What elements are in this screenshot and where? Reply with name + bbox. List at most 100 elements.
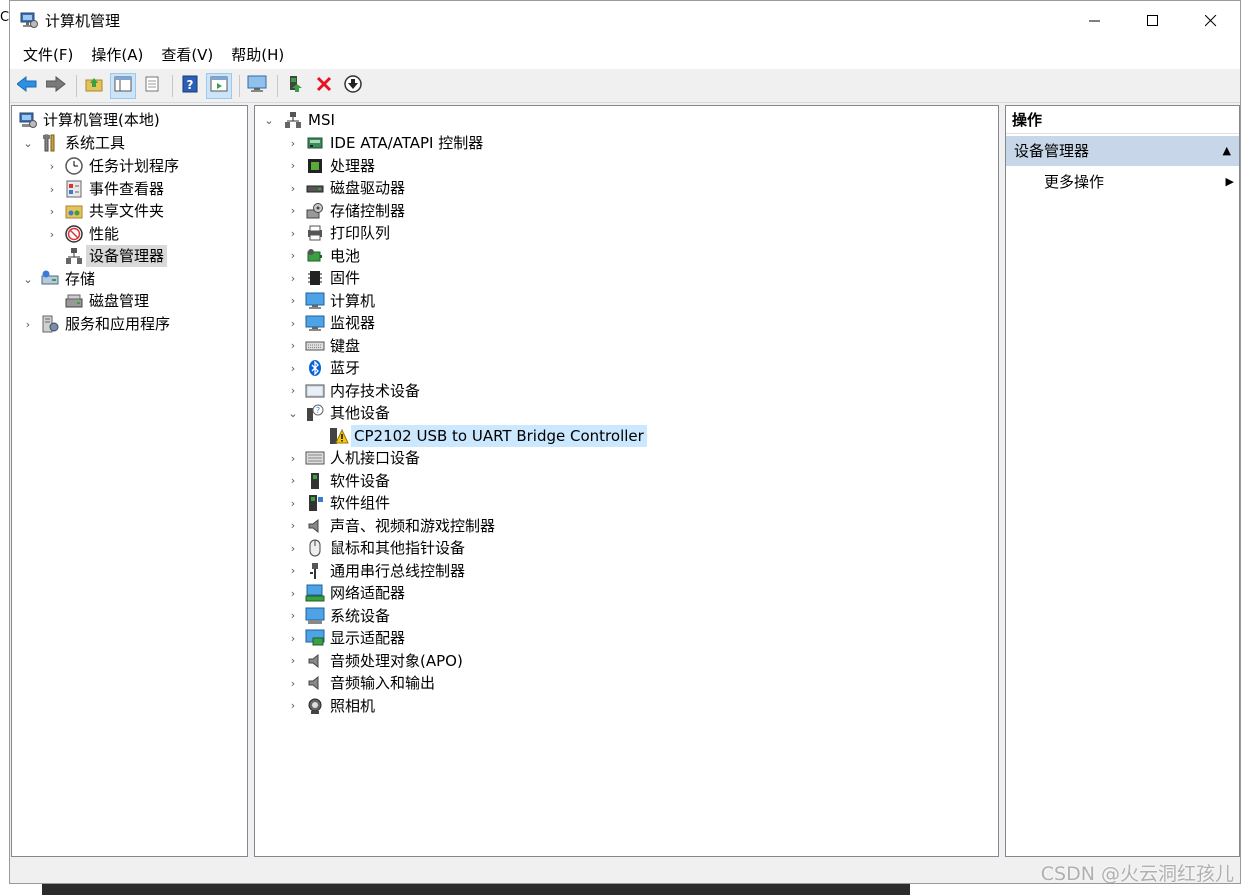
chevron-right-icon[interactable]: ›: [287, 695, 299, 717]
chevron-right-icon[interactable]: ›: [287, 177, 299, 199]
scan-hardware-changes-button[interactable]: [244, 73, 270, 99]
chevron-right-icon[interactable]: ›: [287, 380, 299, 402]
collapse-up-icon[interactable]: ▲: [1223, 136, 1231, 166]
chevron-down-icon[interactable]: ⌄: [263, 109, 275, 131]
ide-controller-icon: [305, 133, 325, 153]
tree-node-performance[interactable]: 性能: [64, 223, 122, 245]
chevron-right-icon[interactable]: ›: [287, 627, 299, 649]
forward-button[interactable]: [43, 73, 69, 99]
device-tree-root[interactable]: MSI: [283, 109, 338, 131]
up-one-level-button[interactable]: [81, 73, 107, 99]
device-category-label: 网络适配器: [330, 584, 406, 602]
chevron-right-icon[interactable]: ›: [287, 335, 299, 357]
chevron-right-icon[interactable]: ›: [287, 132, 299, 154]
tree-node-label: 存储: [65, 270, 96, 288]
device-item-cp2102-usb-uart[interactable]: CP2102 USB to UART Bridge Controller: [329, 424, 647, 447]
chevron-right-icon[interactable]: ›: [287, 447, 299, 469]
chevron-right-icon[interactable]: ›: [287, 312, 299, 334]
show-hide-action-pane-button[interactable]: [206, 72, 232, 99]
chevron-right-icon[interactable]: ›: [46, 223, 58, 245]
device-category-ide-ata-atapi-controllers[interactable]: IDE ATA/ATAPI 控制器: [305, 132, 486, 154]
tree-node-device-manager[interactable]: 设备管理器: [64, 245, 168, 267]
device-category-disk-drives[interactable]: 磁盘驱动器: [305, 177, 408, 199]
device-category-network-adapters[interactable]: 网络适配器: [305, 582, 408, 604]
chevron-right-icon[interactable]: ›: [287, 155, 299, 177]
device-category-firmware[interactable]: 固件: [305, 267, 363, 289]
tree-node-system-tools[interactable]: 系统工具: [40, 132, 128, 154]
tree-node-disk-management[interactable]: 磁盘管理: [64, 290, 152, 312]
tree-node-storage[interactable]: 存储: [40, 268, 98, 290]
chevron-right-icon[interactable]: ›: [287, 222, 299, 244]
device-category-software-components[interactable]: 软件组件: [305, 492, 393, 514]
actions-group-device-manager[interactable]: 设备管理器 ▲: [1006, 136, 1239, 166]
chevron-right-icon[interactable]: ›: [287, 245, 299, 267]
device-category-other-devices[interactable]: ? 其他设备: [305, 402, 393, 424]
menu-action[interactable]: 操作(A): [82, 41, 152, 69]
tree-node-shared-folders[interactable]: 共享文件夹: [64, 200, 167, 222]
device-category-bluetooth[interactable]: 蓝牙: [305, 357, 363, 379]
console-tree-pane[interactable]: 计算机管理(本地) ⌄ 系统工具 › 任务计划程序 › 事件查看器 › 共享文件…: [11, 105, 248, 857]
chevron-right-icon[interactable]: ›: [287, 560, 299, 582]
device-category-display-adapters[interactable]: 显示适配器: [305, 627, 408, 649]
menu-file[interactable]: 文件(F): [14, 41, 82, 69]
chevron-right-icon[interactable]: ›: [287, 290, 299, 312]
chevron-right-icon[interactable]: ›: [46, 200, 58, 222]
chevron-right-icon[interactable]: ›: [287, 672, 299, 694]
device-category-label: 音频输入和输出: [330, 674, 436, 692]
device-category-monitors[interactable]: 监视器: [305, 312, 378, 334]
device-category-processors[interactable]: 处理器: [305, 155, 378, 177]
chevron-down-icon[interactable]: ⌄: [22, 268, 34, 290]
device-category-sound-video-game-controllers[interactable]: 声音、视频和游戏控制器: [305, 515, 498, 537]
device-tree-pane[interactable]: ⌄ MSI › IDE ATA/ATAPI 控制器 › 处理器 › 磁盘驱动器 › 存储控制器…: [254, 105, 999, 857]
tree-node-task-scheduler[interactable]: 任务计划程序: [64, 155, 182, 177]
tree-node-label: 事件查看器: [89, 180, 165, 198]
device-category-audio-inputs-outputs[interactable]: 音频输入和输出: [305, 672, 438, 694]
chevron-right-icon[interactable]: ›: [46, 178, 58, 200]
update-driver-button[interactable]: [282, 73, 308, 99]
tree-node-services-applications[interactable]: 服务和应用程序: [40, 313, 173, 335]
chevron-right-icon[interactable]: ›: [287, 605, 299, 627]
menu-view[interactable]: 查看(V): [152, 41, 222, 69]
chevron-down-icon[interactable]: ⌄: [22, 132, 34, 154]
close-button[interactable]: [1182, 1, 1240, 41]
properties-button[interactable]: [139, 73, 165, 99]
device-category-system-devices[interactable]: 系统设备: [305, 605, 393, 627]
back-button[interactable]: [14, 73, 40, 99]
chevron-right-icon[interactable]: ›: [46, 155, 58, 177]
menu-help[interactable]: 帮助(H): [222, 41, 293, 69]
device-category-cameras[interactable]: 照相机: [305, 695, 378, 717]
chevron-right-icon[interactable]: ›: [287, 650, 299, 672]
help-button[interactable]: ?: [177, 73, 203, 99]
chevron-right-icon[interactable]: ›: [22, 313, 34, 335]
show-hide-console-tree-button[interactable]: [110, 72, 136, 99]
chevron-right-icon[interactable]: ›: [287, 200, 299, 222]
minimize-button[interactable]: [1066, 1, 1124, 41]
chevron-right-icon[interactable]: ›: [287, 470, 299, 492]
chevron-right-icon[interactable]: ›: [287, 492, 299, 514]
device-category-print-queues[interactable]: 打印队列: [305, 222, 393, 244]
chevron-right-icon[interactable]: ›: [287, 537, 299, 559]
more-actions-item[interactable]: 更多操作 ▶: [1044, 170, 1234, 194]
device-category-batteries[interactable]: 电池: [305, 245, 363, 267]
tree-node-computer-management-local[interactable]: 计算机管理(本地): [18, 109, 163, 131]
chevron-right-icon[interactable]: ›: [287, 582, 299, 604]
firmware-icon: [305, 268, 325, 288]
device-category-storage-controllers[interactable]: 存储控制器: [305, 200, 408, 222]
chevron-right-icon[interactable]: ›: [287, 515, 299, 537]
device-category-usb-controllers[interactable]: 通用串行总线控制器: [305, 560, 468, 582]
maximize-button[interactable]: [1124, 1, 1182, 41]
chevron-right-icon[interactable]: ›: [287, 267, 299, 289]
uninstall-device-button[interactable]: [311, 73, 337, 99]
device-category-keyboards[interactable]: 键盘: [305, 335, 363, 357]
device-category-mice-pointing-devices[interactable]: 鼠标和其他指针设备: [305, 537, 468, 559]
device-category-audio-processing-objects[interactable]: 音频处理对象(APO): [305, 650, 466, 672]
chevron-right-icon[interactable]: ›: [287, 357, 299, 379]
device-category-human-interface-devices[interactable]: 人机接口设备: [305, 447, 423, 469]
chevron-down-icon[interactable]: ⌄: [287, 402, 299, 424]
tree-node-event-viewer[interactable]: 事件查看器: [64, 178, 167, 200]
device-category-computer[interactable]: 计算机: [305, 290, 378, 312]
disable-device-button[interactable]: [340, 73, 366, 99]
device-category-software-devices[interactable]: 软件设备: [305, 470, 393, 492]
title-bar[interactable]: 计算机管理: [10, 1, 1240, 41]
device-category-memory-technology-devices[interactable]: 内存技术设备: [305, 380, 423, 402]
